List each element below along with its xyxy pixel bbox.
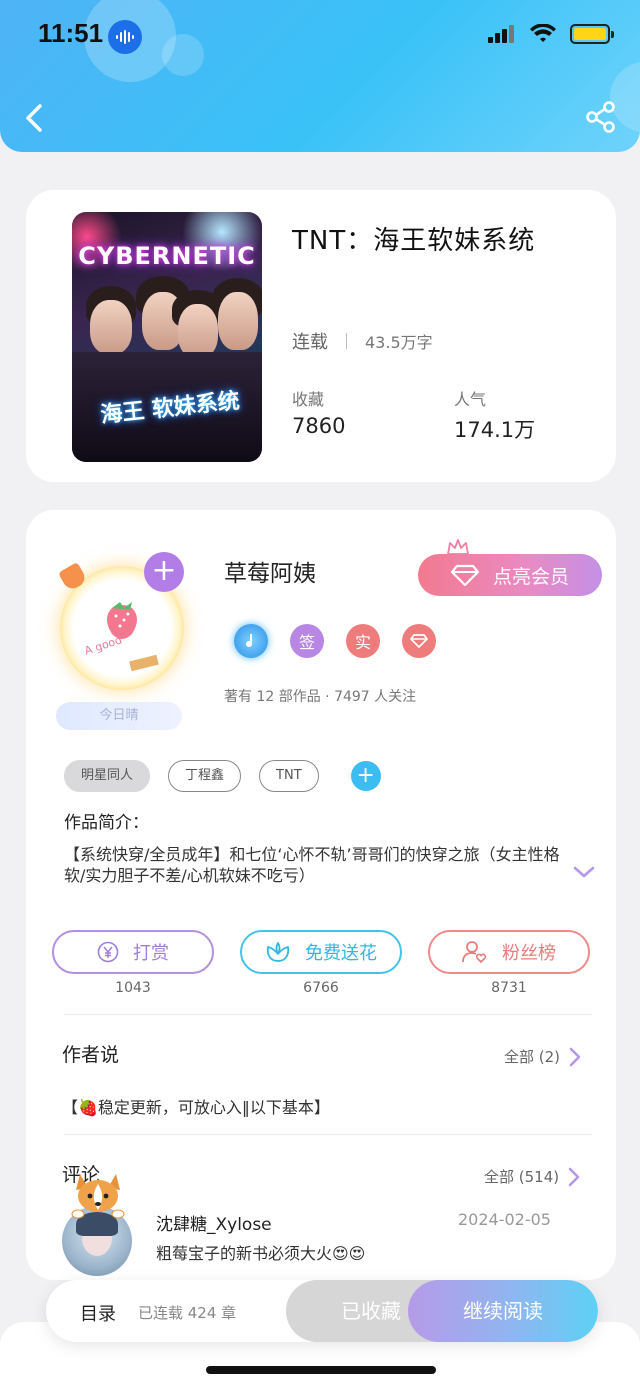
diamond-icon — [450, 564, 479, 586]
author-badges: 签 实 — [234, 624, 436, 658]
author-name[interactable]: 草莓阿姨 — [224, 554, 316, 588]
wifi-icon — [530, 24, 556, 42]
comment-date: 2024-02-05 — [458, 1210, 551, 1229]
tip-label: 打赏 — [133, 943, 169, 964]
header: 11:51 — [0, 0, 640, 152]
word-count: 43.5万字 — [365, 333, 433, 352]
chevron-right-icon — [568, 1167, 580, 1186]
book-title: TNT：海王软妹系统 — [292, 226, 536, 256]
comments-more-label: 全部 (514) — [484, 1168, 560, 1186]
intro-text: 【系统快穿/全员成年】和七位‘心怀不轨’哥哥们的快穿之旅（女主性格软/实力胆子不… — [64, 845, 560, 885]
tag-item[interactable]: TNT — [259, 760, 319, 792]
fan-ranking-count: 8731 — [491, 980, 527, 996]
author-card: A good + 今日晴 草莓阿姨 点亮会员 签 实 著有 12 部作品 · 7… — [26, 510, 616, 1280]
svg-text:A good: A good — [83, 633, 124, 657]
divider — [64, 1134, 592, 1135]
collect-label: 收藏 — [292, 390, 325, 409]
chevron-down-icon[interactable] — [572, 864, 596, 880]
fan-ranking-button[interactable]: 粉丝榜 — [428, 930, 590, 974]
tag-row: 明星同人 丁程鑫 TNT + — [64, 760, 381, 792]
signed-badge[interactable]: 签 — [290, 624, 324, 658]
audio-recording-icon — [108, 20, 142, 54]
divider — [64, 1014, 592, 1015]
free-flower-button[interactable]: 免费送花 — [240, 930, 402, 974]
signal-icon — [488, 25, 514, 43]
author-say-title: 作者说 — [62, 1044, 120, 1066]
corgi-frame-icon — [71, 1174, 125, 1219]
status-time: 11:51 — [38, 18, 104, 48]
author-say-more-label: 全部 (2) — [504, 1048, 561, 1066]
serial-status: 连载 — [292, 332, 328, 353]
author-say-more[interactable]: 全部 (2) — [504, 1046, 582, 1067]
today-weather-badge: 今日晴 — [56, 702, 182, 730]
comment-text: 粗莓宝子的新书必须大火😍😍 — [156, 1244, 366, 1263]
book-cover[interactable]: CYBERNETIC 海王 软妹系统 — [72, 212, 262, 462]
popularity-label: 人气 — [454, 390, 487, 409]
commenter-name[interactable]: 沈肆糖_Xylose — [156, 1210, 272, 1235]
collect-value: 7860 — [292, 414, 346, 438]
share-button[interactable] — [584, 100, 618, 134]
bottom-action-bar: 目录 已连载 424 章 已收藏 继续阅读 — [46, 1280, 598, 1342]
battery-icon — [570, 24, 614, 44]
vip-button-label: 点亮会员 — [492, 565, 569, 588]
user-heart-icon — [462, 941, 487, 964]
toc-button[interactable]: 目录 — [80, 1300, 116, 1326]
chapter-count: 已连载 424 章 — [138, 1304, 237, 1322]
verified-badge[interactable]: 实 — [346, 624, 380, 658]
continue-reading-button[interactable]: 继续阅读 — [408, 1280, 598, 1342]
music-badge-icon[interactable] — [234, 624, 268, 658]
popularity-value: 174.1万 — [454, 418, 536, 442]
vip-button[interactable]: 点亮会员 — [418, 554, 602, 596]
follow-add-button[interactable]: + — [144, 552, 184, 592]
author-say-text: 【🍓稳定更新，可放心入‖以下基本】 — [62, 1098, 330, 1117]
diamond-badge-icon[interactable] — [402, 624, 436, 658]
flower-icon — [266, 942, 290, 962]
tip-button[interactable]: 打赏 — [52, 930, 214, 974]
add-tag-button[interactable]: + — [350, 761, 381, 791]
book-info-card: CYBERNETIC 海王 软妹系统 TNT：海王软妹系统 连载 43.5万字 … — [26, 190, 616, 482]
author-works-line: 著有 12 部作品 · 7497 人关注 — [224, 689, 417, 705]
tag-item[interactable]: 明星同人 — [64, 760, 151, 792]
fan-ranking-label: 粉丝榜 — [502, 943, 556, 964]
free-flower-label: 免费送花 — [305, 943, 377, 964]
intro-heading: 作品简介： — [64, 813, 149, 833]
home-indicator — [206, 1366, 436, 1374]
tag-item[interactable]: 丁程鑫 — [168, 760, 242, 792]
comments-more[interactable]: 全部 (514) — [484, 1166, 581, 1187]
back-button[interactable] — [22, 100, 52, 136]
chevron-right-icon — [569, 1047, 581, 1066]
status-icons — [488, 24, 614, 44]
free-flower-count: 6766 — [303, 980, 339, 996]
decor-bubble — [162, 34, 204, 76]
book-status: 连载 43.5万字 — [292, 328, 433, 354]
yen-icon — [97, 941, 119, 963]
tip-count: 1043 — [115, 980, 151, 996]
cover-title: CYBERNETIC — [78, 242, 256, 270]
